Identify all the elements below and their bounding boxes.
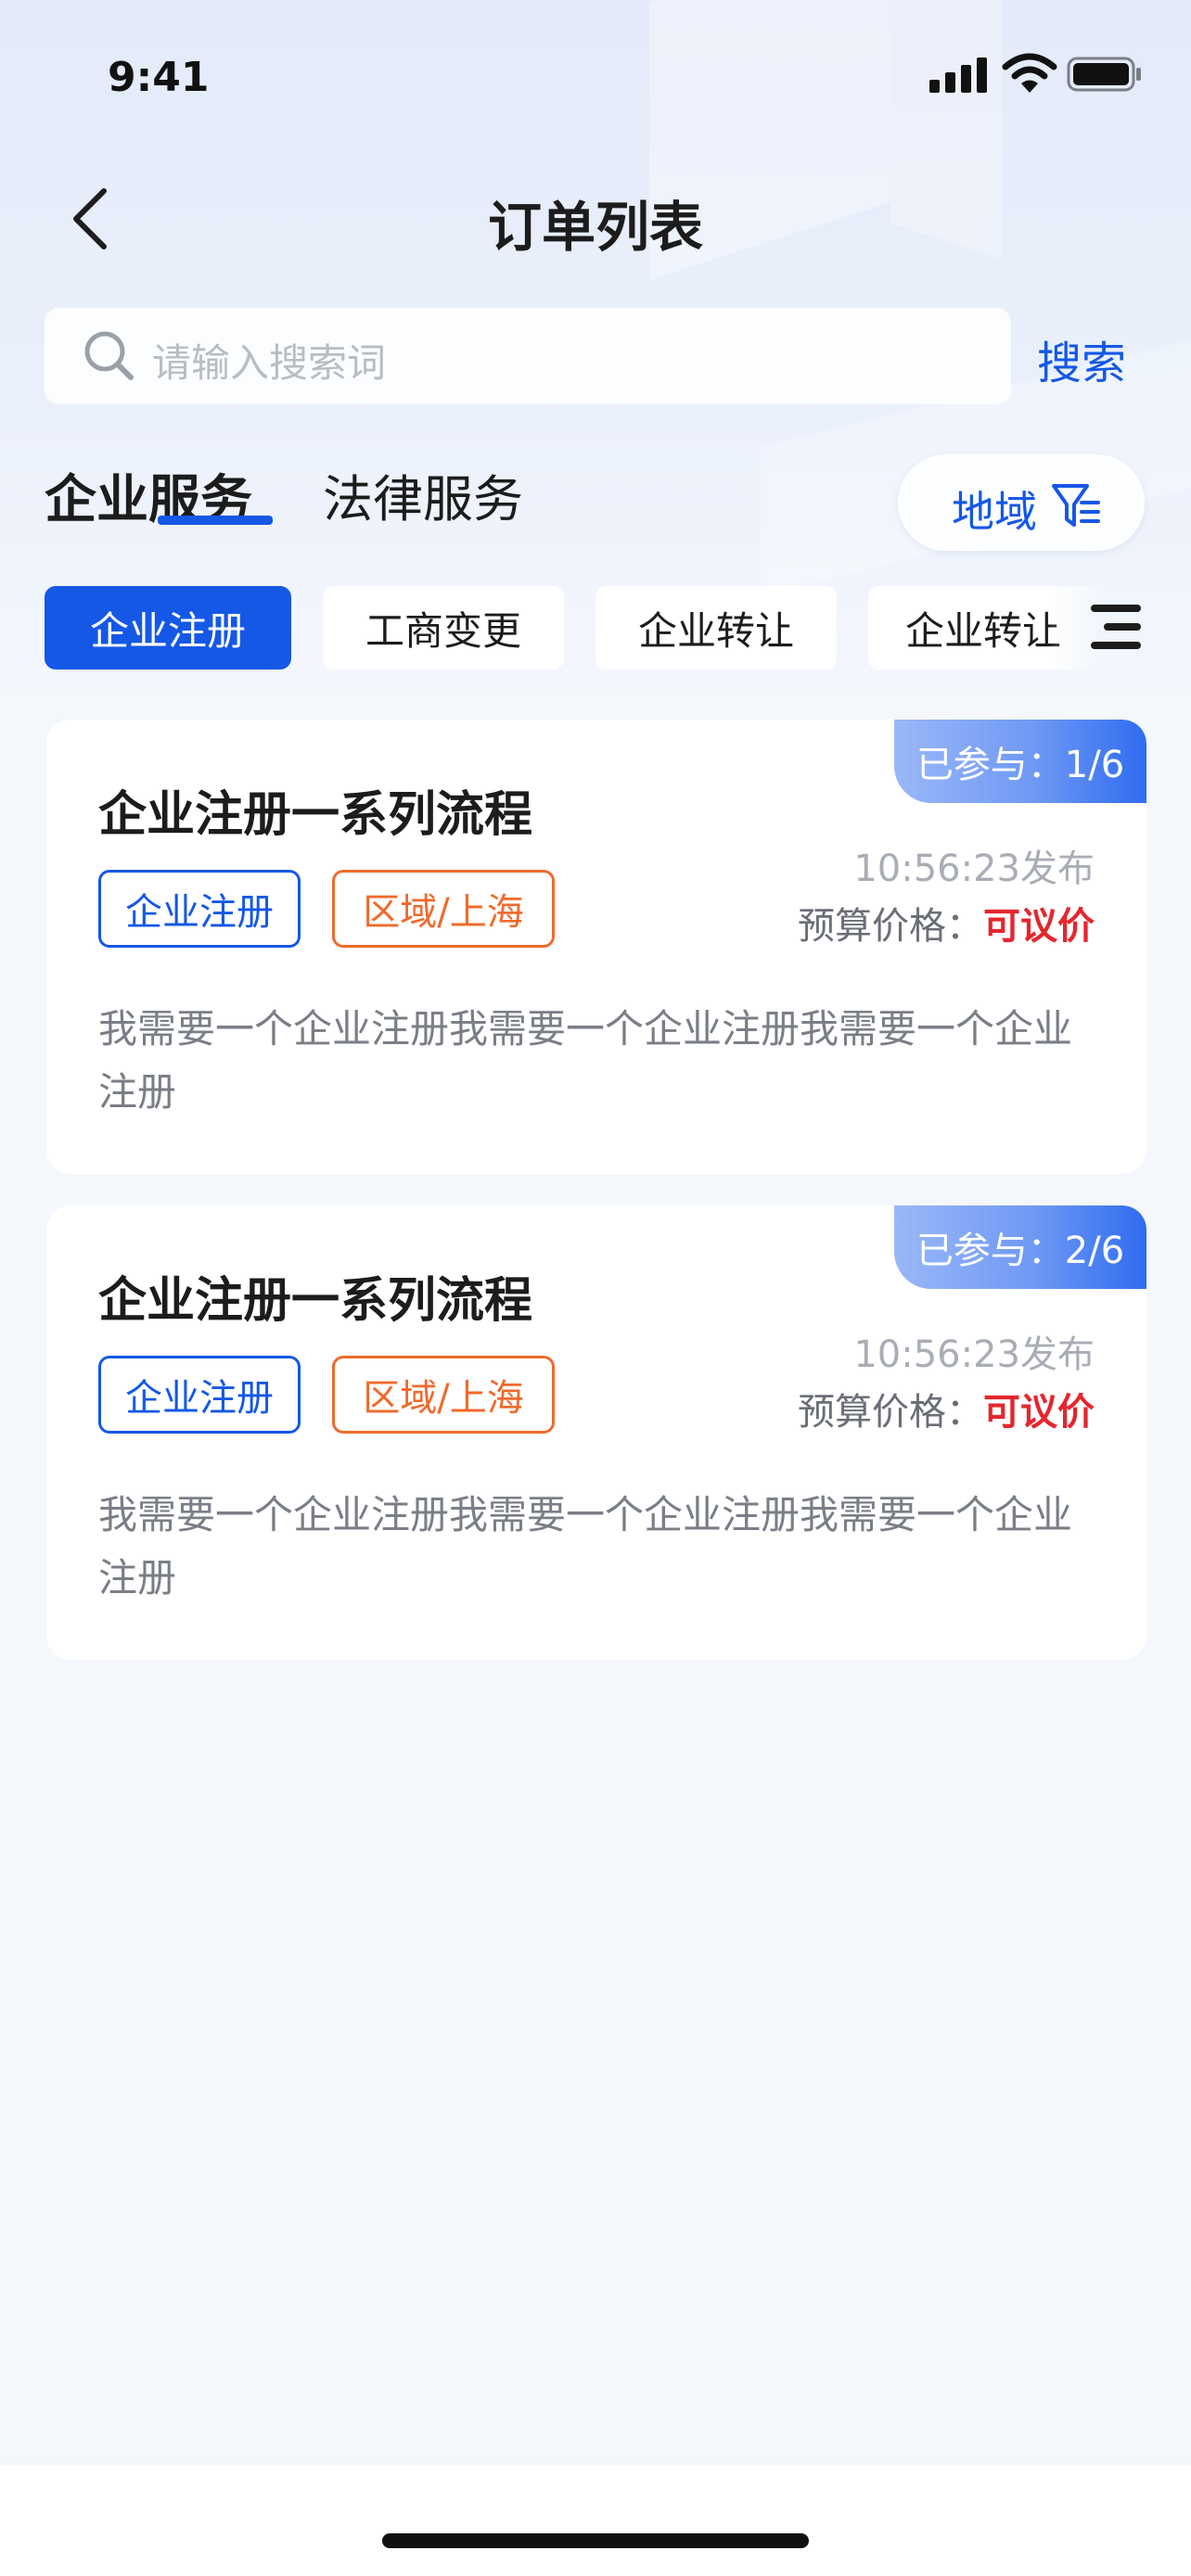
order-description: 我需要一个企业注册我需要一个企业注册我需要一个企业注册 — [98, 1492, 1073, 1600]
search-placeholder: 请输入搜索词 — [152, 340, 387, 386]
order-title: 企业注册一系列流程 — [98, 787, 533, 843]
region-tag: 区域/上海 — [332, 1356, 555, 1434]
service-tag: 企业注册 — [98, 1356, 301, 1434]
chip-enterprise-transfer[interactable]: 企业转让 — [596, 586, 837, 670]
menu-icon[interactable] — [1091, 603, 1141, 651]
status-bar: 9:41 — [0, 0, 1191, 139]
signal-icon — [929, 56, 989, 93]
publish-time: 10:56:23发布 — [853, 1333, 1095, 1376]
budget-value: 可议价 — [983, 1391, 1095, 1434]
active-tab-indicator — [158, 516, 273, 525]
chip-business-change[interactable]: 工商变更 — [323, 586, 564, 670]
participation-badge: 已参与：1/6 — [894, 720, 1146, 803]
chip-enterprise-registration[interactable]: 企业注册 — [45, 586, 291, 670]
status-time: 9:41 — [108, 54, 210, 101]
tab-legal-service[interactable]: 法律服务 — [323, 458, 523, 531]
budget-value: 可议价 — [983, 905, 1095, 948]
publish-time: 10:56:23发布 — [853, 848, 1095, 890]
budget-info: 预算价格：可议价 — [798, 1382, 1095, 1435]
home-indicator[interactable] — [382, 2533, 809, 2548]
search-icon — [84, 331, 134, 380]
wifi-icon — [1002, 53, 1057, 93]
search-button[interactable]: 搜索 — [1037, 326, 1126, 391]
budget-label: 预算价格： — [798, 905, 983, 948]
page-title: 订单列表 — [487, 196, 703, 259]
service-tag: 企业注册 — [98, 870, 301, 948]
order-card[interactable]: 已参与：2/6 企业注册一系列流程 企业注册 区域/上海 10:56:23发布 … — [46, 1205, 1146, 1660]
budget-info: 预算价格：可议价 — [798, 896, 1095, 950]
order-title: 企业注册一系列流程 — [98, 1273, 533, 1329]
search-input[interactable]: 请输入搜索词 — [45, 308, 1011, 404]
region-filter-button[interactable]: 地域 — [898, 454, 1145, 551]
order-description: 我需要一个企业注册我需要一个企业注册我需要一个企业注册 — [98, 1006, 1073, 1115]
participation-badge: 已参与：2/6 — [894, 1205, 1146, 1289]
filter-icon — [1052, 484, 1100, 527]
nav-bar: 订单列表 — [0, 167, 1191, 269]
home-indicator-area — [0, 2465, 1191, 2576]
region-filter-label: 地域 — [952, 487, 1037, 537]
region-tag: 区域/上海 — [332, 870, 555, 948]
battery-icon — [1067, 57, 1141, 92]
budget-label: 预算价格： — [798, 1391, 983, 1434]
order-card[interactable]: 已参与：1/6 企业注册一系列流程 企业注册 区域/上海 10:56:23发布 … — [46, 720, 1146, 1174]
